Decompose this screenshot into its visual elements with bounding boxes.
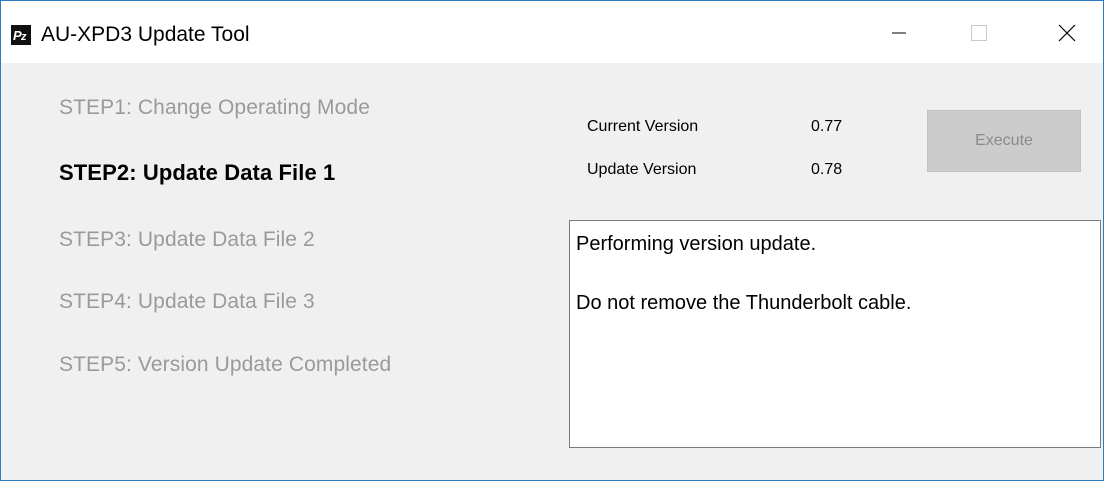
execute-button[interactable]: Execute — [927, 110, 1081, 172]
close-icon — [1058, 24, 1076, 42]
window-title: AU-XPD3 Update Tool — [41, 23, 250, 46]
current-version-value: 0.77 — [811, 118, 843, 135]
update-version-value: 0.78 — [811, 161, 843, 178]
app-logo-icon: P z — [11, 25, 31, 45]
close-button[interactable] — [1041, 15, 1093, 51]
log-line: Performing version update. — [576, 233, 817, 255]
update-version-label: Update Version — [587, 161, 697, 178]
maximize-button — [953, 15, 1005, 51]
svg-text:z: z — [20, 31, 27, 43]
step-4-label: STEP4: Update Data File 3 — [59, 290, 315, 313]
title-bar: P z AU-XPD3 Update Tool — [1, 1, 1103, 63]
maximize-icon — [971, 25, 987, 41]
step-3-label: STEP3: Update Data File 2 — [59, 228, 315, 251]
log-line: Do not remove the Thunderbolt cable. — [576, 292, 912, 314]
status-log-box: Performing version update. Do not remove… — [569, 220, 1101, 448]
step-5-label: STEP5: Version Update Completed — [59, 353, 392, 376]
current-version-label: Current Version — [587, 118, 699, 135]
update-tool-window: P z AU-XPD3 Update Tool STEP1: Change Op… — [0, 0, 1104, 481]
step-2-label: STEP2: Update Data File 1 — [59, 160, 336, 185]
minimize-icon — [892, 32, 906, 34]
step-1-label: STEP1: Change Operating Mode — [59, 96, 370, 119]
minimize-button[interactable] — [873, 15, 925, 51]
